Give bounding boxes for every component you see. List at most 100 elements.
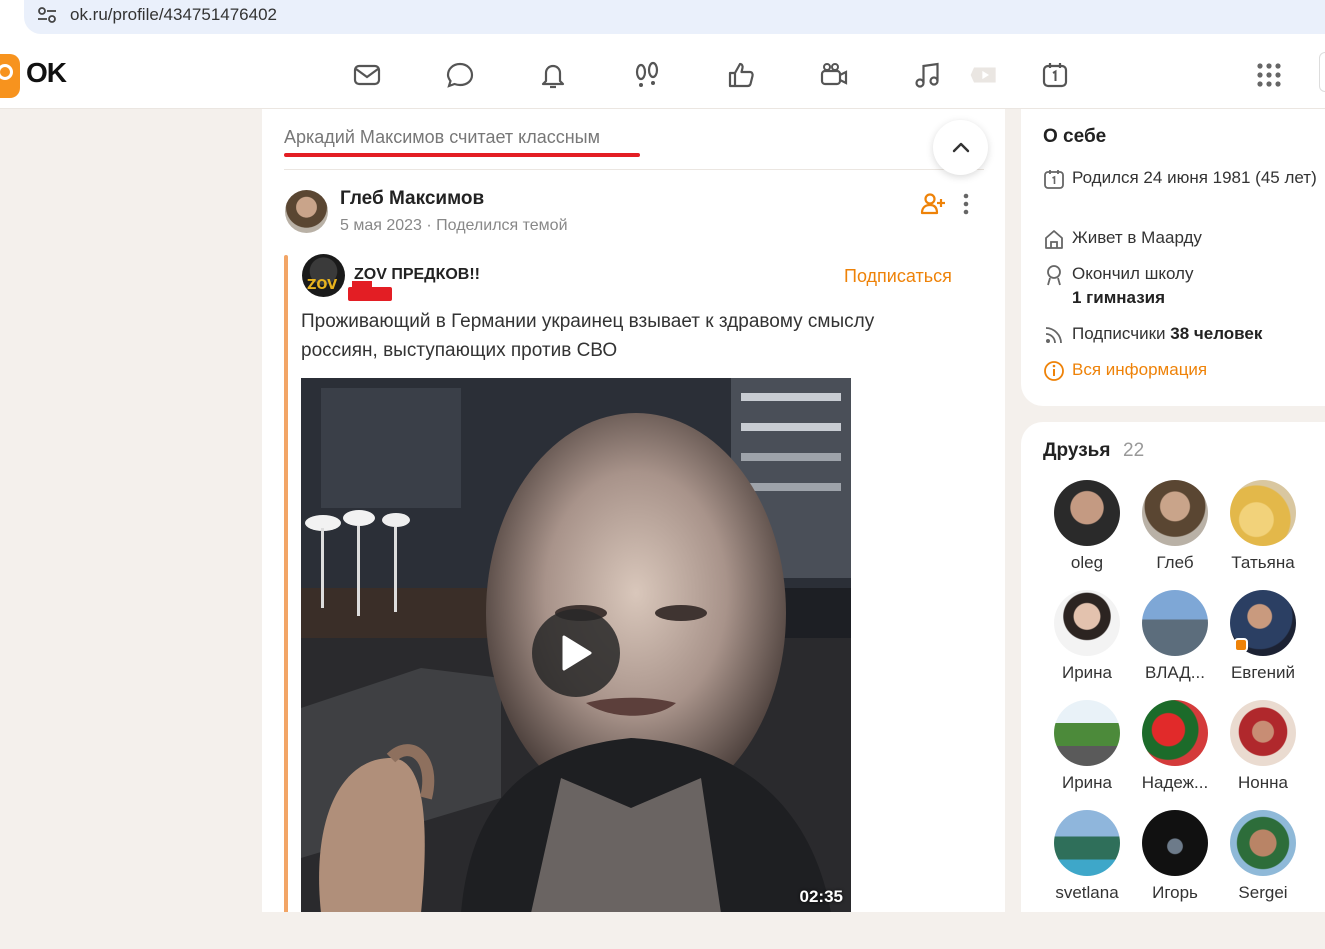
friend-avatar[interactable]	[1230, 700, 1296, 766]
friends-title[interactable]: Друзья	[1043, 440, 1110, 462]
followers-label: Подписчики	[1072, 324, 1166, 343]
friend-card[interactable]: Татьяна	[1219, 480, 1307, 573]
friend-card[interactable]: Ирина	[1043, 700, 1131, 793]
group-name[interactable]: ZOV ПРЕДКОВ!!	[354, 266, 480, 284]
top-navigation: OK	[0, 38, 1325, 109]
friend-card[interactable]: Игорь	[1131, 810, 1219, 903]
video-player[interactable]: 02:35	[301, 378, 851, 913]
guests-icon[interactable]	[631, 59, 663, 91]
calendar-icon	[1044, 170, 1064, 189]
friend-name[interactable]: Ирина	[1043, 773, 1131, 793]
followers-value[interactable]: 38 человек	[1170, 324, 1262, 343]
friend-avatar[interactable]	[1142, 480, 1208, 546]
about-residence: Живет в Маарду	[1043, 226, 1325, 250]
post-meta: 5 мая 2023 · Поделился темой	[340, 217, 568, 234]
friend-name[interactable]: Евгений	[1219, 663, 1307, 683]
friend-card[interactable]: Нонна	[1219, 700, 1307, 793]
friends-count[interactable]: 22	[1123, 440, 1144, 462]
logo-text[interactable]: OK	[26, 57, 67, 89]
chat-icon[interactable]	[444, 59, 476, 91]
friend-avatar[interactable]	[1142, 700, 1208, 766]
friend-name[interactable]: Надеж...	[1131, 773, 1219, 793]
group-avatar[interactable]: ZOV	[302, 254, 345, 297]
friend-name[interactable]: Ирина	[1043, 663, 1131, 683]
friend-name[interactable]: Игорь	[1131, 883, 1219, 903]
friend-card[interactable]: oleg	[1043, 480, 1131, 573]
author-avatar[interactable]	[285, 190, 328, 233]
friend-card[interactable]: Sergei	[1219, 810, 1307, 903]
browser-address-bar: ok.ru/profile/434751476402	[0, 0, 1325, 38]
school-name[interactable]: 1 гимназия	[1072, 288, 1165, 307]
address-field[interactable]: ok.ru/profile/434751476402	[24, 0, 1325, 34]
page-bottom-band	[0, 912, 1325, 949]
friend-avatar[interactable]	[1054, 810, 1120, 876]
residence-text[interactable]: Живет в Маарду	[1072, 226, 1325, 250]
friend-avatar[interactable]	[1230, 480, 1296, 546]
post-text: Проживающий в Германии украинец взывает …	[301, 311, 875, 361]
video-duration: 02:35	[799, 887, 843, 906]
friend-avatar[interactable]	[1230, 590, 1296, 656]
friend-avatar[interactable]	[1142, 810, 1208, 876]
profile-menu-edge[interactable]	[1319, 52, 1325, 92]
bell-icon[interactable]	[537, 59, 569, 91]
feed-heading[interactable]: Аркадий Максимов считает классным	[284, 127, 600, 148]
chevron-up-icon	[952, 142, 969, 152]
friend-name[interactable]: svetlana	[1043, 883, 1131, 903]
friend-name[interactable]: Татьяна	[1219, 553, 1307, 573]
feed-card: Аркадий Максимов считает классным Глеб М…	[262, 109, 1005, 913]
subscribe-button[interactable]: Подписаться	[844, 266, 952, 287]
about-all-info[interactable]: Вся информация	[1043, 358, 1325, 382]
play-icon[interactable]	[966, 59, 1002, 91]
all-info-link[interactable]: Вся информация	[1072, 358, 1325, 382]
friend-name[interactable]: Sergei	[1219, 883, 1307, 903]
video-camera-icon[interactable]	[818, 59, 850, 91]
about-birth: Родился 24 июня 1981 (45 лет)	[1043, 166, 1325, 190]
online-badge-icon	[1234, 638, 1248, 652]
info-icon	[1044, 361, 1064, 381]
friend-avatar[interactable]	[1142, 590, 1208, 656]
friend-card[interactable]: svetlana	[1043, 810, 1131, 903]
friend-avatar[interactable]	[1054, 700, 1120, 766]
friend-name[interactable]: ВЛАД...	[1131, 663, 1219, 683]
friend-card[interactable]: Надеж...	[1131, 700, 1219, 793]
friend-avatar[interactable]	[1230, 810, 1296, 876]
collapse-button[interactable]	[933, 120, 988, 175]
about-followers: Подписчики 38 человек	[1043, 322, 1325, 346]
friends-panel: Друзья 22 oleg Глеб Татьяна Ирина ВЛАД..…	[1021, 422, 1325, 912]
play-icon	[562, 635, 592, 671]
divider	[284, 169, 984, 170]
friend-name[interactable]: Нонна	[1219, 773, 1307, 793]
friend-avatar[interactable]	[1054, 590, 1120, 656]
about-title: О себе	[1043, 126, 1107, 147]
friend-card[interactable]: Глеб	[1131, 480, 1219, 573]
friend-card[interactable]: ВЛАД...	[1131, 590, 1219, 683]
friend-name[interactable]: Глеб	[1131, 553, 1219, 573]
about-school: Окончил школу 1 гимназия	[1043, 262, 1325, 310]
rss-icon	[1045, 327, 1062, 344]
about-panel: О себе Родился 24 июня 1981 (45 лет) Жив…	[1021, 109, 1325, 406]
home-icon	[1045, 230, 1063, 249]
calendar-icon[interactable]	[1039, 59, 1071, 91]
red-redaction-mark	[348, 281, 392, 301]
likes-icon[interactable]	[725, 59, 757, 91]
birth-text: Родился 24 июня 1981 (45 лет)	[1072, 168, 1317, 187]
apps-grid-icon[interactable]	[1253, 59, 1285, 91]
group-logo-icon: ZOV	[307, 278, 338, 293]
mail-icon[interactable]	[351, 59, 383, 91]
music-icon[interactable]	[911, 59, 943, 91]
friend-card[interactable]: Евгений	[1219, 590, 1307, 683]
friend-name[interactable]: oleg	[1043, 553, 1131, 573]
play-button[interactable]	[532, 609, 620, 697]
site-settings-icon[interactable]	[36, 5, 58, 25]
shared-post-accent-line	[284, 255, 288, 913]
ok-logo-icon[interactable]	[0, 54, 20, 98]
friend-avatar[interactable]	[1054, 480, 1120, 546]
add-friend-icon[interactable]	[920, 191, 946, 217]
more-options-icon[interactable]	[956, 191, 976, 217]
author-name[interactable]: Глеб Максимов	[340, 188, 484, 210]
school-label: Окончил школу	[1072, 264, 1194, 283]
friend-card[interactable]: Ирина	[1043, 590, 1131, 683]
url-text[interactable]: ok.ru/profile/434751476402	[70, 5, 277, 25]
red-underline-annotation	[284, 153, 640, 157]
school-icon	[1047, 265, 1061, 286]
